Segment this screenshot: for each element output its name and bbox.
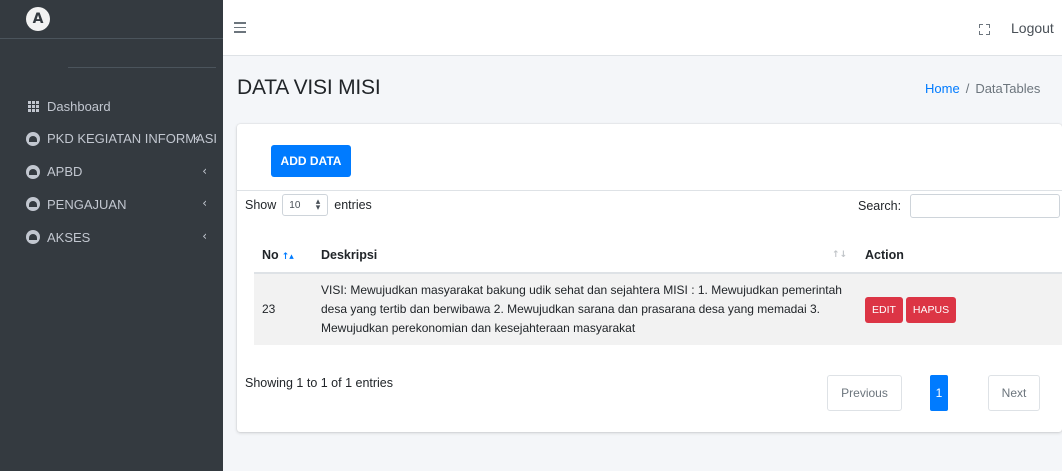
column-header-label: Deskripsi <box>321 248 378 262</box>
data-card: ADD DATA Show 10 ▴ ▾ entries Search: No ↑▴… <box>237 124 1062 432</box>
gauge-icon <box>26 230 40 245</box>
gauge-icon <box>26 131 40 146</box>
brand-logo-letter: A <box>32 11 44 27</box>
page-title: DATA VISI MISI <box>237 76 381 99</box>
chevron-left-icon: ‹ <box>202 229 207 244</box>
chevron-left-icon: ‹ <box>194 130 199 145</box>
table-row: 23 VISI: Mewujudkan masyarakat bakung ud… <box>254 273 1062 345</box>
brand-divider <box>0 38 223 39</box>
sidebar-item-label: AKSES <box>47 229 91 245</box>
column-header-label: No <box>262 248 279 262</box>
cell-action: EDIT HAPUS <box>857 273 1062 345</box>
user-panel-divider <box>68 67 216 68</box>
pagination: Previous 1 Next <box>827 375 1040 411</box>
chevron-left-icon: ‹ <box>202 163 207 178</box>
entries-length-control: Show 10 ▴ ▾ entries <box>245 194 372 216</box>
table-info: Showing 1 to 1 of 1 entries <box>245 376 394 390</box>
card-header-divider <box>237 190 1062 191</box>
sort-caret-icon: ▴ ▾ <box>315 197 321 213</box>
column-header-action: Action <box>857 238 1062 274</box>
gauge-icon <box>26 197 40 212</box>
sort-ascending-icon: ↑▴ <box>281 252 294 262</box>
table-header-row: No ↑▴ Deskripsi ↑↓ Action <box>254 238 1062 274</box>
sidebar-item-label: APBD <box>47 164 83 180</box>
length-label-after: entries <box>334 198 372 212</box>
column-header-deskripsi[interactable]: Deskripsi ↑↓ <box>313 238 857 274</box>
delete-button[interactable]: HAPUS <box>905 296 957 323</box>
entries-length-select[interactable]: 10 ▴ ▾ <box>282 194 329 216</box>
add-data-button[interactable]: ADD DATA <box>271 145 351 177</box>
gauge-icon <box>26 164 40 179</box>
sidebar-item-apbd[interactable]: APBD ‹ <box>0 156 223 188</box>
cell-deskripsi: VISI: Mewujudkan masyarakat bakung udik … <box>313 273 857 345</box>
column-header-no[interactable]: No ↑▴ <box>254 238 313 274</box>
sidebar-item-label: Dashboard <box>47 98 111 114</box>
sidebar-item-pengajuan[interactable]: PENGAJUAN ‹ <box>0 188 223 220</box>
chevron-left-icon: ‹ <box>202 196 207 211</box>
search-input[interactable] <box>910 194 1061 218</box>
breadcrumb-current: DataTables <box>975 81 1041 96</box>
logout-link[interactable]: Logout <box>1011 20 1054 36</box>
breadcrumb: Home / DataTables <box>925 81 1040 96</box>
sidebar-nav: Dashboard PKD KEGIATAN INFORMASI ‹ APBD … <box>0 90 223 253</box>
sidebar: A Dashboard PKD KEGIATAN INFORMASI ‹ APB… <box>0 0 223 471</box>
table-search: Search: <box>858 194 1061 218</box>
brand-link[interactable]: A <box>0 0 223 38</box>
cell-no: 23 <box>254 273 313 345</box>
sidebar-item-akses[interactable]: AKSES ‹ <box>0 221 223 253</box>
sort-both-icon: ↑↓ <box>831 250 847 260</box>
length-select-value: 10 <box>289 199 301 211</box>
fullscreen-icon[interactable] <box>979 24 990 35</box>
brand-logo-icon: A <box>26 7 50 31</box>
breadcrumb-home-link[interactable]: Home <box>925 81 960 96</box>
sidebar-item-label: PKD KEGIATAN INFORMASI <box>47 131 217 147</box>
pagination-page-1[interactable]: 1 <box>930 375 948 411</box>
breadcrumb-separator: / <box>965 81 970 96</box>
data-table: No ↑▴ Deskripsi ↑↓ Action 23 VISI: Mewuju… <box>254 238 1062 345</box>
sidebar-item-label: PENGAJUAN <box>47 196 127 212</box>
hamburger-menu-icon[interactable] <box>234 22 246 33</box>
pagination-next-button[interactable]: Next <box>988 375 1040 411</box>
sidebar-item-pkd-kegiatan-informasi[interactable]: PKD KEGIATAN INFORMASI ‹ <box>0 123 223 155</box>
length-label-before: Show <box>245 198 277 212</box>
grid-icon <box>26 99 40 113</box>
pagination-previous-button[interactable]: Previous <box>827 375 902 411</box>
search-label: Search: <box>858 199 902 213</box>
column-header-label: Action <box>865 248 904 262</box>
sidebar-item-dashboard[interactable]: Dashboard <box>0 90 223 122</box>
top-navbar: Logout <box>223 0 1062 56</box>
edit-button[interactable]: EDIT <box>865 296 903 323</box>
